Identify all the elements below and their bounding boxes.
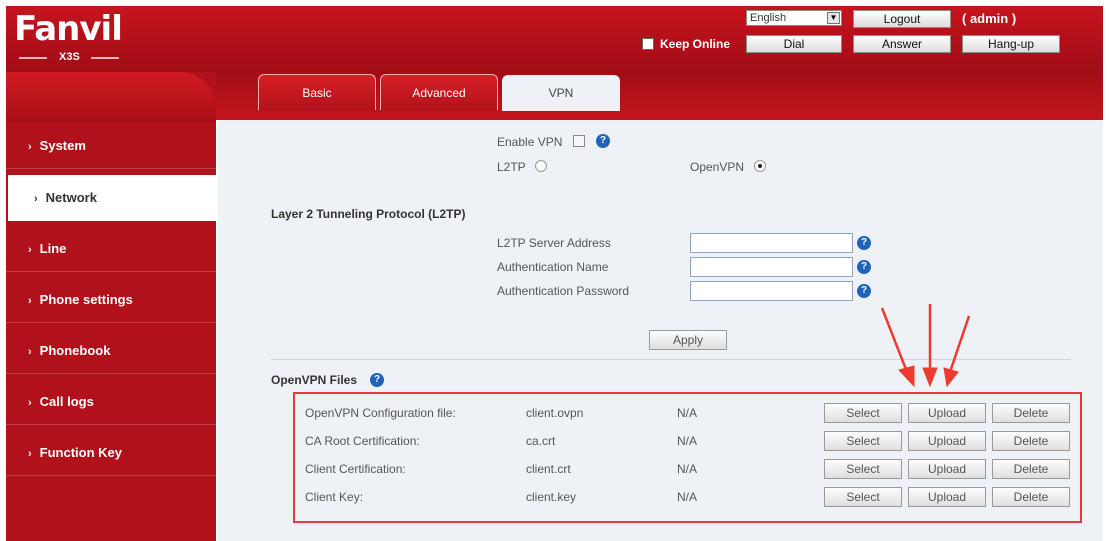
auth-password-label: Authentication Password [497, 284, 630, 298]
sidebar-item-line[interactable]: › Line [6, 226, 216, 272]
upload-button[interactable]: Upload [908, 403, 986, 423]
upload-button[interactable]: Upload [908, 431, 986, 451]
select-button[interactable]: Select [824, 487, 902, 507]
arrow-middle-head [922, 367, 938, 388]
sidebar-item-label: Call logs [39, 394, 94, 409]
select-button[interactable]: Select [824, 459, 902, 479]
enable-vpn-checkbox[interactable] [573, 135, 585, 147]
help-icon[interactable]: ? [596, 134, 610, 148]
chevron-right-icon: › [28, 295, 32, 307]
chevron-right-icon: › [28, 397, 32, 409]
sidebar-item-network[interactable]: › Network [8, 175, 216, 221]
file-row-label: Client Certification: [305, 462, 406, 476]
chevron-right-icon: › [28, 141, 32, 153]
sidebar-item-label: Function Key [39, 445, 123, 460]
auth-name-label: Authentication Name [497, 260, 609, 274]
chevron-right-icon: › [34, 193, 38, 205]
sidebar-item-label: Phone settings [39, 292, 133, 307]
arrow-left-head [898, 365, 915, 388]
tab-advanced[interactable]: Advanced [380, 74, 498, 110]
keep-online-toggle[interactable]: Keep Online [642, 37, 730, 51]
answer-button[interactable]: Answer [853, 35, 951, 53]
language-value: English [750, 12, 787, 24]
l2tp-mode-label: L2TP [497, 160, 526, 174]
sidebar-header [6, 72, 216, 122]
openvpn-files-highlight: OpenVPN Configuration file: client.ovpn … [293, 392, 1082, 523]
annotation-arrows [880, 304, 971, 388]
current-user: ( admin ) [962, 11, 1017, 26]
dial-button[interactable]: Dial [746, 35, 842, 53]
chevron-right-icon: › [28, 448, 32, 460]
file-row-label: CA Root Certification: [305, 434, 420, 448]
hangup-button[interactable]: Hang-up [962, 35, 1060, 53]
arrow-right-shaft [948, 315, 971, 373]
file-name: client.crt [526, 462, 571, 476]
keep-online-checkbox[interactable] [642, 38, 654, 50]
upload-button[interactable]: Upload [908, 487, 986, 507]
openvpn-files-title: OpenVPN Files [271, 373, 358, 387]
chevron-right-icon: › [28, 346, 32, 358]
help-icon[interactable]: ? [857, 236, 871, 250]
file-status: N/A [677, 434, 698, 448]
help-icon[interactable]: ? [857, 260, 871, 274]
openvpn-mode-label: OpenVPN [690, 160, 745, 174]
keep-online-label: Keep Online [660, 37, 731, 51]
delete-button[interactable]: Delete [992, 431, 1070, 451]
upload-button[interactable]: Upload [908, 459, 986, 479]
l2tp-radio[interactable] [535, 160, 547, 172]
auth-name-input[interactable] [690, 257, 853, 277]
l2tp-server-label: L2TP Server Address [497, 236, 611, 250]
sidebar-item-phone-settings[interactable]: › Phone settings [6, 277, 216, 323]
l2tp-server-input[interactable] [690, 233, 853, 253]
chevron-down-icon[interactable]: ▼ [827, 12, 840, 24]
file-status: N/A [677, 490, 698, 504]
chevron-right-icon: › [28, 244, 32, 256]
sidebar-item-system[interactable]: › System [6, 123, 216, 169]
fanvil-logo: Fanvil [14, 9, 123, 49]
sidebar-item-label: Line [39, 241, 67, 256]
auth-password-input[interactable] [690, 281, 853, 301]
file-name: client.ovpn [526, 406, 584, 420]
openvpn-radio[interactable] [754, 160, 766, 172]
file-name: ca.crt [526, 434, 556, 448]
delete-button[interactable]: Delete [992, 459, 1070, 479]
sidebar: › System › Network › Line › Phone settings ›… [6, 72, 216, 541]
language-select[interactable]: English ▼ [746, 10, 842, 26]
sidebar-item-phonebook[interactable]: › Phonebook [6, 328, 216, 374]
arrow-left-shaft [880, 307, 909, 373]
file-row-label: OpenVPN Configuration file: [305, 406, 456, 420]
tab-vpn[interactable]: VPN [502, 75, 620, 111]
model-badge: X3S [19, 51, 125, 65]
sidebar-item-label: Phonebook [39, 343, 111, 358]
file-status: N/A [677, 406, 698, 420]
model-name: X3S [59, 51, 80, 63]
help-icon[interactable]: ? [857, 284, 871, 298]
sidebar-item-function-key[interactable]: › Function Key [6, 430, 216, 476]
file-name: client.key [526, 490, 577, 504]
enable-vpn-label: Enable VPN [497, 135, 563, 149]
delete-button[interactable]: Delete [992, 487, 1070, 507]
help-icon[interactable]: ? [370, 373, 384, 387]
sidebar-item-label: System [39, 138, 86, 153]
logout-button[interactable]: Logout [853, 10, 951, 28]
sidebar-item-label: Network [45, 190, 97, 205]
delete-button[interactable]: Delete [992, 403, 1070, 423]
select-button[interactable]: Select [824, 431, 902, 451]
arrow-right-head [943, 367, 959, 388]
l2tp-section-title: Layer 2 Tunneling Protocol (L2TP) [271, 207, 466, 221]
file-row-label: Client Key: [305, 490, 364, 504]
select-button[interactable]: Select [824, 403, 902, 423]
file-status: N/A [677, 462, 698, 476]
apply-button[interactable]: Apply [649, 330, 727, 350]
sidebar-item-call-logs[interactable]: › Call logs [6, 379, 216, 425]
tab-basic[interactable]: Basic [258, 74, 376, 110]
